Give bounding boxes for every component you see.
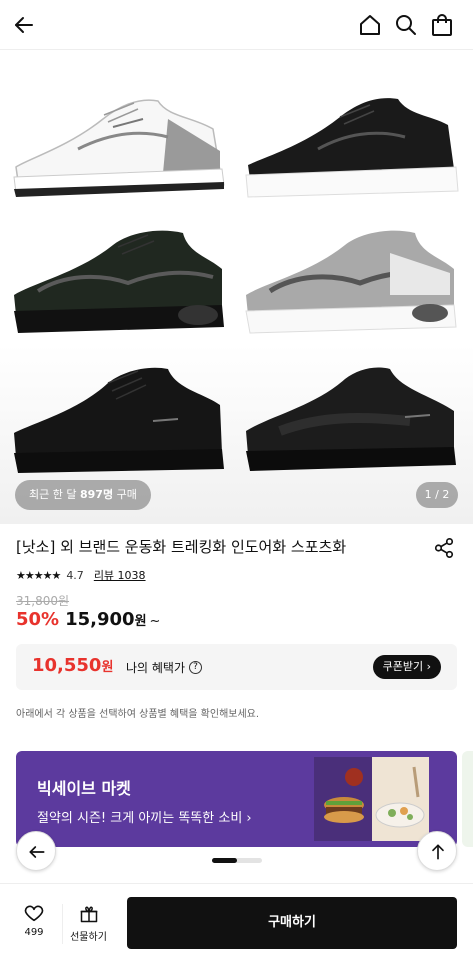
gift-icon [80,906,97,923]
original-price: 31,800원 [16,594,70,608]
search-icon[interactable] [394,13,418,37]
shoe-image-black [240,89,465,209]
top-navigation-bar [0,0,473,50]
share-icon[interactable] [433,537,455,559]
option-notice: 아래에서 각 상품을 선택하여 상품별 혜택을 확인해보세요. [16,709,260,720]
price-row: 50% 15,900 원 ~ [16,609,160,630]
bottom-action-bar: 499 선물하기 구매하기 [0,883,473,960]
like-button[interactable]: 499 [14,902,54,942]
arrow-up-icon [432,844,444,860]
rating-value: 4.7 [66,568,84,582]
price-unit: 원 [134,614,147,629]
review-link[interactable]: 리뷰 1038 [94,567,146,583]
heart-icon [24,905,44,922]
banner-prev-button[interactable] [16,831,56,871]
gift-label: 선물하기 [70,932,107,943]
badge-suffix: 구매 [116,488,137,501]
image-page-indicator: 1 / 2 [416,482,458,508]
benefit-box: 10,550원 나의 혜택가 ? 쿠폰받기 › [16,644,457,690]
banner-progress-indicator [212,858,262,863]
badge-prefix: 최근 한 달 [29,488,77,501]
star-rating-icon: ★★★★★ [16,568,61,582]
benefit-label-text: 나의 혜택가 [126,661,186,675]
back-arrow-icon [29,846,45,858]
gift-button[interactable]: 선물하기 [62,904,114,944]
shoe-image-black-knit [240,361,465,481]
product-image-carousel[interactable]: 최근 한 달 897명 구매 1 / 2 [0,51,473,524]
shoe-image-gray [240,223,465,343]
banner-progress-fill [212,858,237,863]
banner-subtitle: 절약의 시즌! 크게 아끼는 똑똑한 소비 › [37,811,252,826]
banner-title: 빅세이브 마켓 [37,779,131,798]
buy-button[interactable]: 구매하기 [127,897,457,949]
coupon-button[interactable]: 쿠폰받기 › [372,655,441,679]
product-title: [낫소] 외 브랜드 운동화 트레킹화 인도어화 스포츠화 [16,538,347,556]
benefit-price-value: 10,550 [32,655,102,676]
shoe-image-black-green [8,223,233,343]
next-banner-peek [462,751,473,847]
recent-purchase-badge: 최근 한 달 897명 구매 [15,480,151,510]
sale-price: 15,900 [65,609,135,630]
rating-row: ★★★★★ 4.7 리뷰 1038 [16,567,146,583]
home-icon[interactable] [358,13,382,37]
promo-banner[interactable]: 빅세이브 마켓 절약의 시즌! 크게 아끼는 똑똑한 소비 › [16,751,457,847]
shopping-bag-icon[interactable] [430,13,454,37]
back-arrow-icon[interactable] [12,13,36,37]
price-suffix: ~ [149,614,161,629]
benefit-price: 10,550원 [32,655,113,676]
banner-food-image [314,757,429,841]
benefit-price-unit: 원 [101,660,114,675]
help-icon[interactable]: ? [189,661,203,674]
scroll-top-button[interactable] [417,831,457,871]
benefit-label: 나의 혜택가 ? [126,659,203,676]
badge-count: 897명 [79,488,114,501]
shoe-image-white [8,89,233,209]
shoe-image-all-black [8,361,233,481]
like-count: 499 [24,927,44,938]
discount-rate: 50% [16,609,60,630]
